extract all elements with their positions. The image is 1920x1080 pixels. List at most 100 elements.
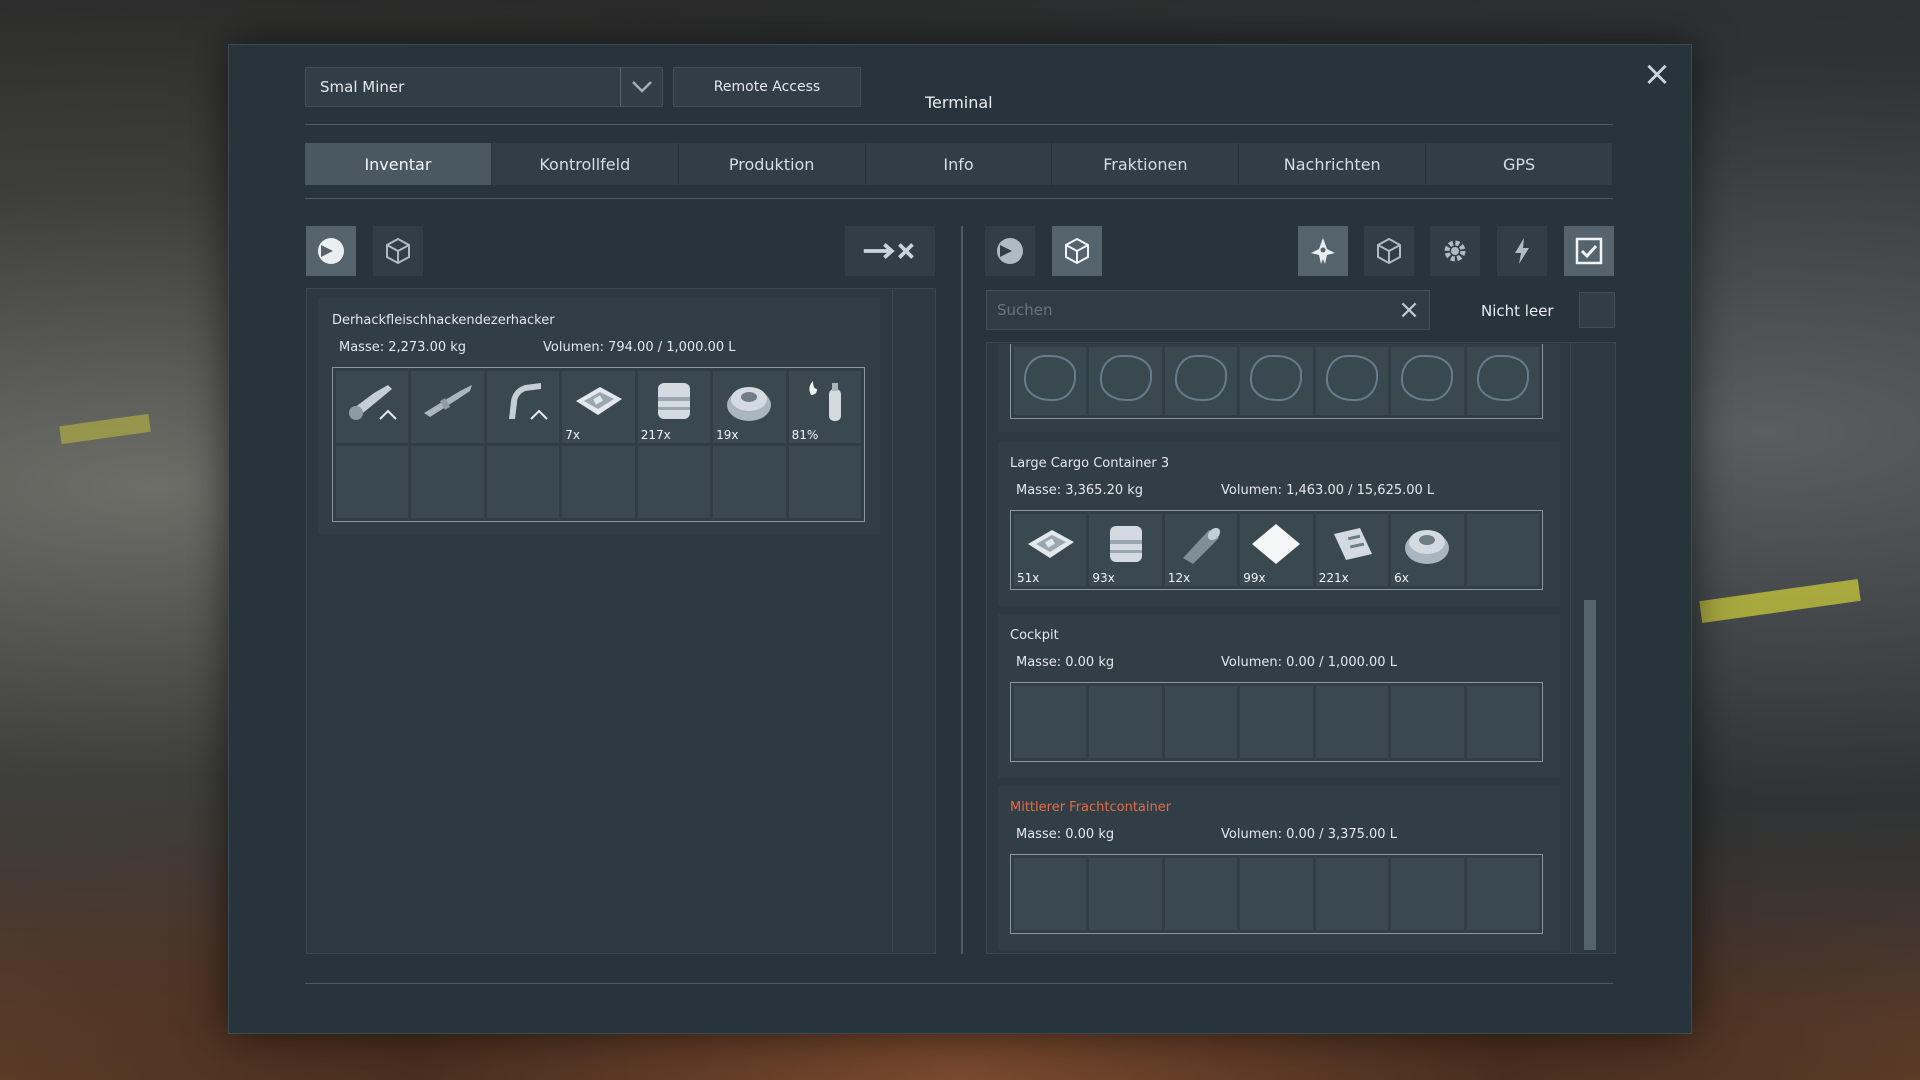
inventory-slot[interactable] (486, 371, 560, 443)
inventory-slot[interactable]: 12x (1164, 514, 1238, 586)
search-input[interactable] (987, 291, 1389, 329)
inventory-slot[interactable] (486, 446, 560, 518)
inventory-slot[interactable] (1240, 347, 1313, 415)
inventory-slot[interactable]: 93x (1089, 514, 1162, 586)
inventory-slot[interactable]: 7x (562, 371, 635, 443)
computer-icon (1324, 520, 1380, 572)
inventory-slot[interactable] (637, 446, 711, 518)
close-icon[interactable]: × (1642, 57, 1672, 91)
inventory-slot[interactable] (1164, 686, 1238, 758)
tab-info[interactable]: Info (865, 143, 1053, 185)
grid-filter-button[interactable] (373, 226, 423, 276)
remote-access-button[interactable]: Remote Access (673, 67, 861, 107)
chevron-down-icon[interactable] (620, 68, 662, 106)
inventory-slot[interactable] (1089, 347, 1162, 415)
inventory-slot[interactable] (1315, 858, 1389, 930)
tab-gps[interactable]: GPS (1426, 143, 1614, 185)
inventory-slot[interactable] (1466, 686, 1539, 758)
hydrogen-bottle-icon (797, 377, 853, 429)
item-quantity: 81% (791, 428, 819, 442)
inventory-slot[interactable] (1240, 686, 1313, 758)
inventory-slot[interactable] (1315, 347, 1389, 415)
inventory-slot[interactable]: 221x (1315, 514, 1389, 586)
production-filter-button[interactable] (1430, 226, 1480, 276)
inventory-grid (1010, 854, 1543, 934)
tab-inventar[interactable]: Inventar (305, 143, 492, 185)
inventory-slot[interactable] (1466, 514, 1539, 586)
metal-plate-icon (1022, 520, 1078, 572)
window-title: Terminal (925, 93, 993, 112)
item-quantity: 12x (1167, 571, 1191, 585)
item-quantity: 217x (640, 428, 671, 442)
close-icon[interactable]: × (1389, 295, 1429, 325)
ore-icon (1024, 354, 1077, 401)
select-all-button[interactable] (1564, 226, 1614, 276)
inventory-slot[interactable] (1164, 347, 1238, 415)
container-mass: Masse: 0.00 kg (1016, 655, 1115, 670)
inventory-slot[interactable] (1014, 686, 1087, 758)
inventory-slot[interactable] (1240, 858, 1313, 930)
character-filter-button[interactable] (306, 226, 356, 276)
tab-produktion[interactable]: Produktion (678, 143, 866, 185)
inventory-grid (1010, 682, 1543, 762)
inventory-slot[interactable] (1089, 686, 1162, 758)
tab-fraktionen[interactable]: Fraktionen (1052, 143, 1240, 185)
inventory-slot[interactable]: 6x (1391, 514, 1464, 586)
inventory-slot[interactable] (1014, 858, 1087, 930)
background-stripe (59, 413, 151, 445)
inventory-slot[interactable] (788, 446, 861, 518)
motor-icon (721, 377, 777, 429)
inventory-slot[interactable] (411, 446, 484, 518)
transfer-clear-icon (863, 243, 914, 259)
inventory-slot[interactable] (1391, 347, 1464, 415)
inventory-slot[interactable] (411, 371, 484, 443)
tab-kontrollfeld[interactable]: Kontrollfeld (491, 143, 679, 185)
character-icon (997, 238, 1023, 264)
item-quantity: 93x (1092, 571, 1115, 585)
inventory-slot[interactable] (1164, 858, 1238, 930)
tab-bar: Inventar Kontrollfeld Produktion Info Fr… (305, 143, 1614, 185)
container-volume: Volumen: 1,463.00 / 15,625.00 L (1221, 483, 1435, 498)
motor-icon (1399, 520, 1455, 572)
power-filter-button[interactable] (1497, 226, 1547, 276)
item-quantity: 51x (1017, 571, 1040, 585)
scrollbar-thumb[interactable] (1584, 600, 1596, 950)
inventory-slot[interactable] (1391, 686, 1464, 758)
gear-icon (1444, 240, 1466, 262)
inventory-slot[interactable] (336, 446, 409, 518)
inventory-slot[interactable]: 99x (1240, 514, 1313, 586)
search-bar: × (986, 290, 1430, 330)
ore-icon (1250, 354, 1303, 401)
tab-nachrichten[interactable]: Nachrichten (1239, 143, 1427, 185)
inventory-slot[interactable] (1466, 858, 1539, 930)
inventory-slot[interactable] (1089, 858, 1162, 930)
cube-icon (1065, 237, 1089, 265)
ship-filter-button[interactable] (1298, 226, 1348, 276)
inventory-slot[interactable] (1391, 858, 1464, 930)
transfer-all-button[interactable] (845, 226, 935, 276)
rifle-icon (420, 377, 476, 429)
container-volume: Volumen: 0.00 / 1,000.00 L (1221, 655, 1397, 670)
inventory-slot[interactable]: 81% (788, 371, 861, 443)
inventory-slot[interactable] (1466, 347, 1539, 415)
character-filter-button[interactable] (985, 226, 1035, 276)
item-quantity: 221x (1318, 571, 1349, 585)
inventory-slot[interactable]: 19x (713, 371, 786, 443)
container-mass: Masse: 3,365.20 kg (1016, 483, 1144, 498)
inventory-slot[interactable] (1315, 686, 1389, 758)
inventory-slot[interactable] (713, 446, 786, 518)
cube-icon (1377, 237, 1401, 265)
left-scrollbar[interactable] (892, 290, 934, 952)
ore-icon (1175, 354, 1228, 401)
inventory-slot[interactable] (1014, 347, 1087, 415)
grid-filter-button[interactable] (1052, 226, 1102, 276)
inventory-slot[interactable]: 51x (1014, 514, 1087, 586)
inventory-slot[interactable]: 217x (637, 371, 711, 443)
inventory-slot[interactable] (562, 446, 635, 518)
ship-selector[interactable]: Smal Miner (305, 67, 663, 107)
ore-icon (1476, 354, 1529, 401)
not-empty-checkbox[interactable] (1579, 292, 1615, 328)
storage-filter-button[interactable] (1364, 226, 1414, 276)
container-mass: Masse: 2,273.00 kg (339, 340, 467, 355)
inventory-slot[interactable] (336, 371, 409, 443)
